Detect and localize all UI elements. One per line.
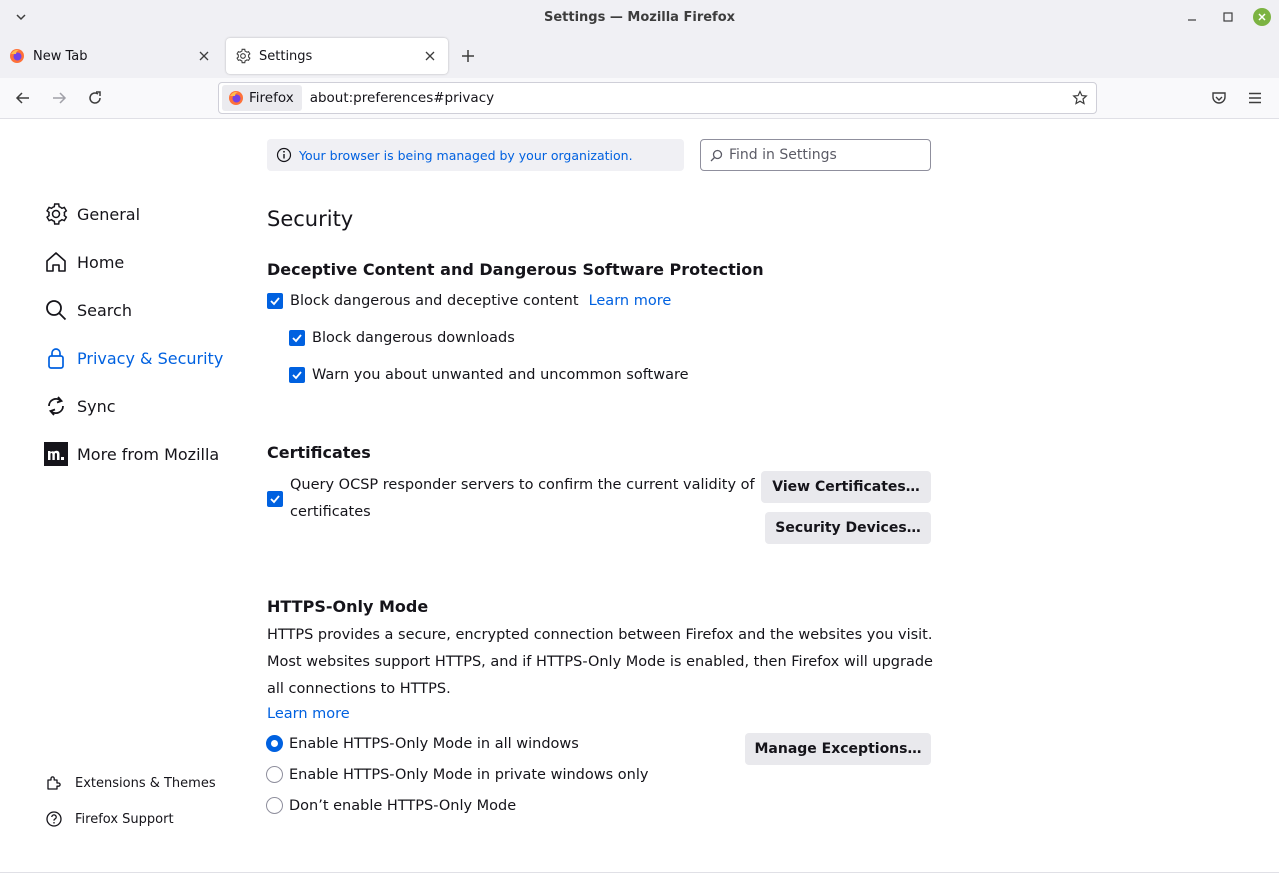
radio-label: Enable HTTPS-Only Mode in all windows [289,735,579,752]
nav-bar: Firefox about:preferences#privacy [0,78,1279,119]
window-title: Settings — Mozilla Firefox [543,9,736,25]
minimize-button[interactable] [1181,6,1203,28]
heading-certificates: Certificates [267,443,371,462]
sync-icon [43,393,69,419]
sidebar-item-label: Privacy & Security [77,348,224,368]
sidebar-item-general[interactable]: General [43,199,140,229]
tab-strip: New Tab Settings [0,34,1279,78]
view-certificates-button[interactable]: View Certificates… [761,471,931,503]
manage-exceptions-button[interactable]: Manage Exceptions… [745,733,931,765]
radio-selected[interactable] [266,735,283,752]
checkbox-label: Query OCSP responder servers to confirm … [290,477,755,493]
firefox-icon [228,90,244,106]
sidebar-item-label: Search [77,300,132,320]
checkbox-checked[interactable] [267,293,283,309]
sidebar-item-sync[interactable]: Sync [43,391,116,421]
gear-icon [235,48,251,64]
sidebar-item-label: Home [77,252,125,272]
help-icon [45,810,63,828]
sidebar-extensions-themes[interactable]: Extensions & Themes [45,772,216,794]
firefox-icon [9,48,25,64]
sidebar-item-search[interactable]: Search [43,295,132,325]
checkbox-checked[interactable] [289,330,305,346]
search-icon [709,148,723,162]
checkbox-label: certificates [290,504,371,520]
https-only-description: HTTPS provides a secure, encrypted conne… [267,627,933,697]
learn-more-link[interactable]: Learn more [267,706,350,722]
mozilla-icon [43,441,69,467]
sidebar-footer-label: Extensions & Themes [75,775,216,791]
maximize-button[interactable] [1217,6,1239,28]
radio-label: Don’t enable HTTPS-Only Mode [289,797,517,814]
hamburger-menu-icon[interactable] [1245,88,1265,108]
back-arrow-icon[interactable] [13,88,33,108]
sidebar-item-label: General [77,204,141,224]
find-in-settings[interactable] [700,139,931,171]
checkbox-checked[interactable] [289,367,305,383]
url-text[interactable]: about:preferences#privacy [310,90,494,106]
checkbox-label: Block dangerous downloads [312,330,515,346]
identity-box[interactable]: Firefox [222,85,302,111]
search-input[interactable] [729,147,919,163]
tab-settings[interactable]: Settings [226,38,448,74]
sidebar-item-home[interactable]: Home [43,247,124,277]
star-icon[interactable] [1071,89,1089,107]
info-icon [276,147,292,163]
checkbox-label: Warn you about unwanted and uncommon sof… [312,367,689,383]
checkbox-checked[interactable] [267,491,283,507]
radio-unselected[interactable] [266,766,283,783]
checkbox-label: Block dangerous and deceptive content [290,293,579,309]
block-downloads-checkbox-row[interactable]: Block dangerous downloads [289,330,515,346]
close-icon[interactable] [196,48,212,64]
reload-icon[interactable] [85,88,105,108]
ocsp-checkbox-row[interactable]: Query OCSP responder servers to confirm … [267,472,755,526]
sidebar-item-label: Sync [77,396,116,416]
puzzle-icon [45,774,63,792]
managed-notice[interactable]: Your browser is being managed by your or… [267,139,684,171]
plus-icon[interactable] [458,46,478,66]
title-bar: Settings — Mozilla Firefox [0,0,1279,34]
radio-https-private-only[interactable]: Enable HTTPS-Only Mode in private window… [266,766,648,783]
gear-icon [43,201,69,227]
tab-label: Settings [259,48,313,64]
heading-https-only: HTTPS-Only Mode [267,597,429,616]
radio-https-all-windows[interactable]: Enable HTTPS-Only Mode in all windows [266,735,579,752]
sidebar-item-label: More from Mozilla [77,444,220,464]
block-deceptive-checkbox-row[interactable]: Block dangerous and deceptive content Le… [267,293,671,309]
lock-icon [43,345,69,371]
sidebar-item-privacy-security[interactable]: Privacy & Security [43,343,223,373]
tab-new-tab[interactable]: New Tab [0,38,222,74]
managed-notice-text: Your browser is being managed by your or… [299,147,633,163]
radio-https-disabled[interactable]: Don’t enable HTTPS-Only Mode [266,797,516,814]
section-title-security: Security [267,207,354,231]
close-window-button[interactable] [1253,8,1271,26]
divider [0,872,1279,873]
radio-label: Enable HTTPS-Only Mode in private window… [289,766,649,783]
forward-arrow-icon[interactable] [49,88,69,108]
warn-unwanted-checkbox-row[interactable]: Warn you about unwanted and uncommon sof… [289,367,689,383]
pocket-icon[interactable] [1209,88,1229,108]
sidebar-footer-label: Firefox Support [75,811,174,827]
heading-deceptive-content: Deceptive Content and Dangerous Software… [267,260,764,279]
search-icon [43,297,69,323]
learn-more-link[interactable]: Learn more [589,293,672,309]
tab-label: New Tab [33,48,88,64]
chevron-down-icon[interactable] [12,8,30,26]
identity-label: Firefox [249,90,294,106]
home-icon [43,249,69,275]
close-icon[interactable] [422,48,438,64]
settings-page: Your browser is being managed by your or… [0,120,1279,874]
security-devices-button[interactable]: Security Devices… [765,512,931,544]
sidebar-firefox-support[interactable]: Firefox Support [45,808,174,830]
radio-unselected[interactable] [266,797,283,814]
sidebar-item-more-from-mozilla[interactable]: More from Mozilla [43,439,219,469]
url-bar[interactable]: Firefox about:preferences#privacy [218,82,1097,114]
